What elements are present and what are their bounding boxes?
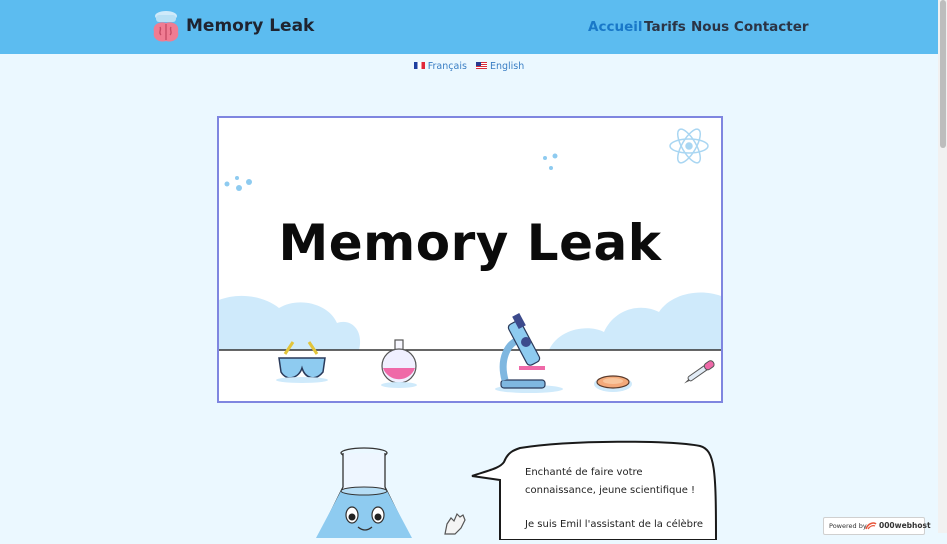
powered-by-badge[interactable]: Powered by 000webhost [823,517,931,535]
hero-title: Memory Leak [278,214,662,272]
nav-nous-contacter[interactable]: Nous Contacter [691,19,809,35]
flag-us-icon [475,62,487,69]
nav-tarifs[interactable]: Tarifs [644,19,686,35]
scrollbar-thumb[interactable] [940,0,946,148]
brand-name[interactable]: Memory Leak [186,16,314,36]
speech-text: Enchanté de faire votre connaissance, je… [525,464,715,534]
lang-english[interactable]: English [475,61,525,72]
dropper-icon [684,360,715,384]
lang-english-label: English [489,61,525,72]
speech-line-1: Enchanté de faire votre connaissance, je… [525,467,696,496]
mascot-flask-illustration [300,443,420,539]
hero-banner: Memory Leak [217,116,723,403]
webhost-logo-icon [865,522,877,530]
petri-dish-icon [594,375,632,392]
lang-french-label: Français [427,61,467,72]
nav-accueil[interactable]: Accueil [588,19,642,35]
brain-logo-icon[interactable] [150,10,182,44]
glove-hand-icon [441,512,469,536]
speech-line-2: Je suis Emil l'assistant de la célèbre [525,519,704,530]
lang-french[interactable]: Français [413,61,467,72]
webhost-brand: 000webhost [879,521,931,530]
powered-by-label: Powered by [829,522,867,530]
page-scrollbar[interactable] [938,0,947,533]
round-flask-icon [381,339,417,388]
microscope-icon [495,312,563,393]
flag-fr-icon [413,62,425,69]
top-navbar: Memory Leak Accueil Tarifs Nous Contacte… [0,0,938,54]
language-switcher: Français English [0,61,938,72]
